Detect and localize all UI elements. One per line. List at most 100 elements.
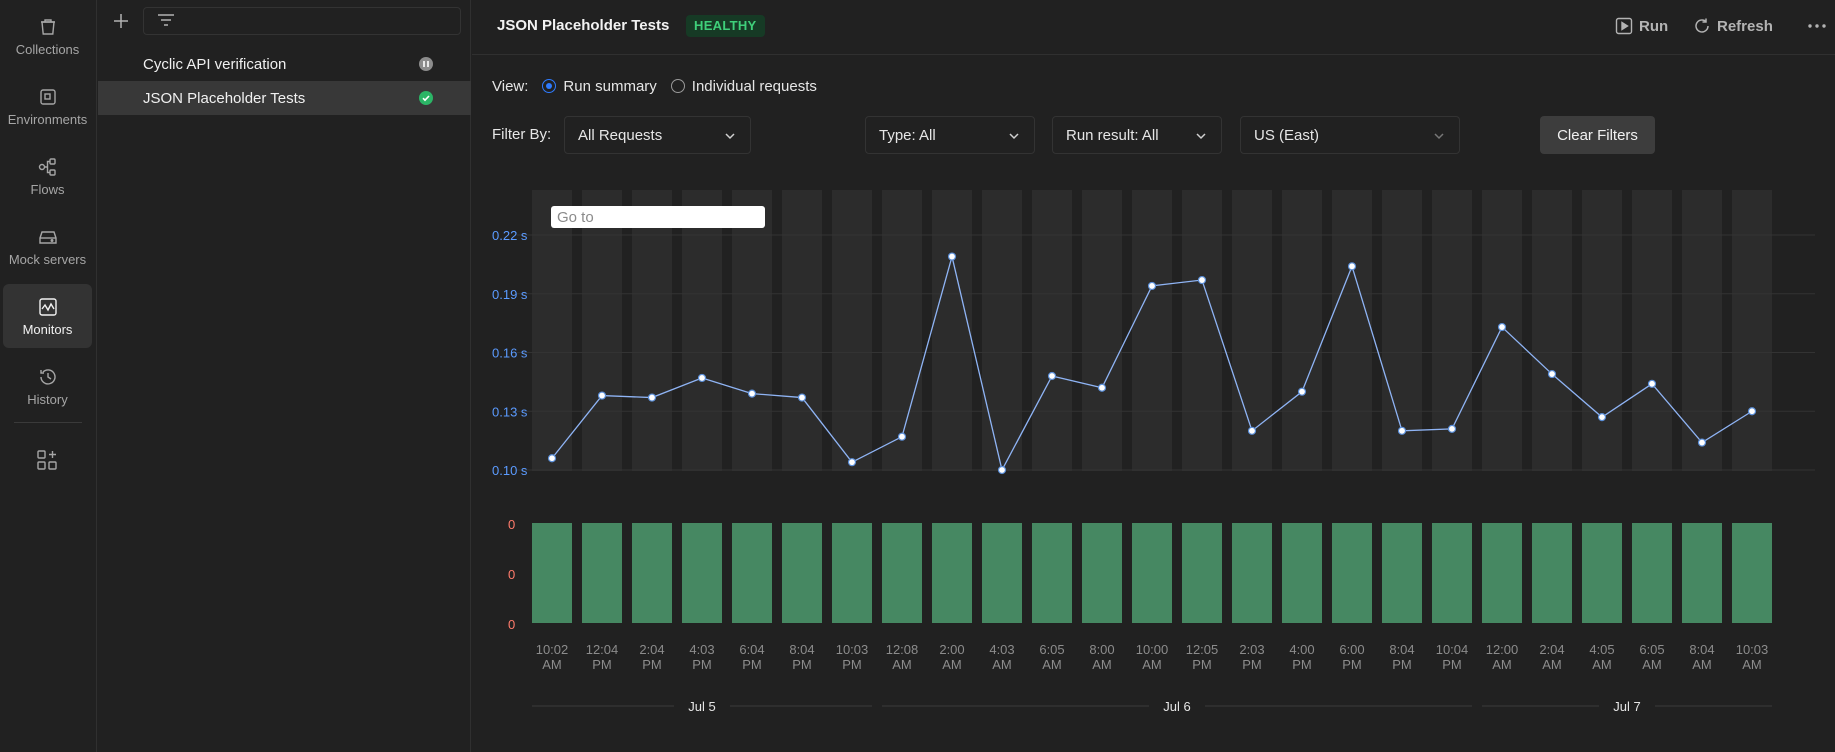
- rail-item-label: Monitors: [22, 321, 73, 337]
- x-tick-label: 12:08 AM: [886, 642, 919, 672]
- dropdown-value: US (East): [1254, 126, 1320, 144]
- plus-icon[interactable]: [110, 10, 132, 32]
- data-point: [1497, 322, 1507, 332]
- more-options-icon[interactable]: [1805, 14, 1829, 38]
- monitor-detail: JSON Placeholder Tests HEALTHY Run Refre…: [472, 0, 1835, 752]
- trash-can-icon: [40, 18, 55, 35]
- refresh-icon: [1695, 18, 1709, 33]
- list-item[interactable]: JSON Placeholder Tests: [98, 81, 471, 115]
- run-button[interactable]: Run: [1615, 14, 1668, 38]
- chart-column-band: [682, 190, 722, 471]
- result-bar: [1232, 523, 1272, 623]
- rail-item-label: Flows: [30, 181, 65, 197]
- data-point: [847, 458, 857, 467]
- data-point: [1597, 413, 1607, 422]
- rail-item-collections[interactable]: Collections: [3, 4, 92, 68]
- filter-icon[interactable]: [157, 13, 175, 29]
- chevron-down-icon: [1009, 133, 1019, 140]
- result-bar: [682, 523, 722, 623]
- add-workbench-icon[interactable]: [36, 449, 58, 471]
- list-item-label: Cyclic API verification: [143, 55, 287, 73]
- refresh-button[interactable]: Refresh: [1693, 14, 1773, 38]
- rail-item-history[interactable]: History: [3, 354, 92, 418]
- chart-column-band: [1682, 190, 1722, 471]
- radio-unselected-icon: [670, 79, 685, 93]
- type-dropdown[interactable]: Type: All: [865, 116, 1035, 154]
- radio-label: Individual requests: [691, 77, 817, 95]
- left-rail: Collections Environments Flows Mock serv…: [0, 0, 97, 752]
- rail-item-monitors[interactable]: Monitors: [3, 284, 92, 348]
- x-tick-label: 10:04 PM: [1436, 642, 1469, 672]
- bar-y-tick-label: 0: [508, 617, 515, 632]
- dropdown-value: Type: All: [879, 126, 936, 144]
- x-tick-label: 8:04 AM: [1689, 642, 1714, 672]
- run-result-dropdown[interactable]: Run result: All: [1052, 116, 1222, 154]
- result-bar: [1682, 523, 1722, 623]
- requests-dropdown[interactable]: All Requests: [564, 116, 751, 154]
- monitor-icon: [38, 297, 57, 316]
- x-tick-label: 4:03 PM: [689, 642, 714, 672]
- filter-label: Filter By:: [492, 126, 552, 143]
- x-tick-label: 8:04 PM: [789, 642, 814, 672]
- result-bar: [1282, 523, 1322, 623]
- view-label: View:: [492, 77, 529, 95]
- x-tick-label: 6:05 AM: [1039, 642, 1064, 672]
- history-icon: [39, 368, 56, 385]
- chart-column-band: [1532, 190, 1572, 471]
- x-tick-label: 10:00 AM: [1136, 642, 1169, 672]
- rail-item-label: Environments: [7, 111, 88, 127]
- date-group-label: Jul 6: [1163, 699, 1190, 714]
- list-item-label: JSON Placeholder Tests: [143, 89, 306, 107]
- list-item[interactable]: Cyclic API verification: [98, 47, 471, 81]
- individual-requests-radio[interactable]: Individual requests: [670, 77, 817, 95]
- x-tick-label: 12:04 PM: [586, 642, 619, 672]
- data-point: [647, 393, 657, 402]
- chart-column-band: [982, 190, 1022, 471]
- rail-item-label: Mock servers: [8, 251, 87, 267]
- x-tick-label: 10:03 PM: [836, 642, 869, 672]
- rail-item-label: History: [27, 391, 68, 407]
- chart-column-band: [1332, 190, 1372, 471]
- y-tick-label: 0.13 s: [492, 404, 528, 419]
- date-group-label: Jul 7: [1613, 699, 1640, 714]
- data-point: [797, 393, 807, 402]
- page-title: JSON Placeholder Tests: [497, 17, 670, 34]
- data-point: [697, 373, 707, 383]
- refresh-label: Refresh: [1717, 17, 1773, 35]
- chart-column-band: [1732, 190, 1772, 471]
- x-tick-label: 2:00 AM: [939, 642, 964, 672]
- clear-filters-button[interactable]: Clear Filters: [1540, 116, 1655, 154]
- x-tick-label: 10:02 AM: [536, 642, 569, 672]
- data-point: [597, 391, 607, 400]
- result-bar: [632, 523, 672, 623]
- rail-item-flows[interactable]: Flows: [3, 144, 92, 208]
- chart-column-band: [782, 190, 822, 471]
- result-bar: [1732, 523, 1772, 623]
- data-point: [1297, 387, 1307, 396]
- data-point: [1397, 426, 1407, 435]
- data-point: [1697, 438, 1707, 447]
- result-bar: [1532, 523, 1572, 623]
- x-tick-label: 4:05 AM: [1589, 642, 1614, 672]
- rail-divider: [14, 422, 82, 423]
- result-bar: [1332, 523, 1372, 623]
- go-to-input[interactable]: [551, 206, 765, 228]
- chart-column-band: [1132, 190, 1172, 471]
- search-filter-input[interactable]: [143, 7, 461, 35]
- data-point: [1347, 262, 1357, 271]
- data-point: [1647, 379, 1657, 388]
- page-header: JSON Placeholder Tests HEALTHY Run Refre…: [472, 0, 1835, 55]
- rail-item-mock-servers[interactable]: Mock servers: [3, 214, 92, 278]
- chart-column-band: [1032, 190, 1072, 471]
- rail-item-environments[interactable]: Environments: [3, 74, 92, 138]
- data-point: [1047, 371, 1057, 381]
- app-window: Collections Environments Flows Mock serv…: [0, 0, 1835, 752]
- chart-column-band: [882, 190, 922, 471]
- run-summary-radio[interactable]: Run summary: [542, 77, 657, 95]
- view-toggle: View: Run summary Individual requests: [492, 76, 817, 96]
- y-tick-label: 0.19 s: [492, 287, 528, 302]
- radio-label: Run summary: [563, 77, 657, 95]
- x-tick-label: 10:03 AM: [1736, 642, 1769, 672]
- result-bar: [832, 523, 872, 623]
- region-dropdown[interactable]: US (East): [1240, 116, 1460, 154]
